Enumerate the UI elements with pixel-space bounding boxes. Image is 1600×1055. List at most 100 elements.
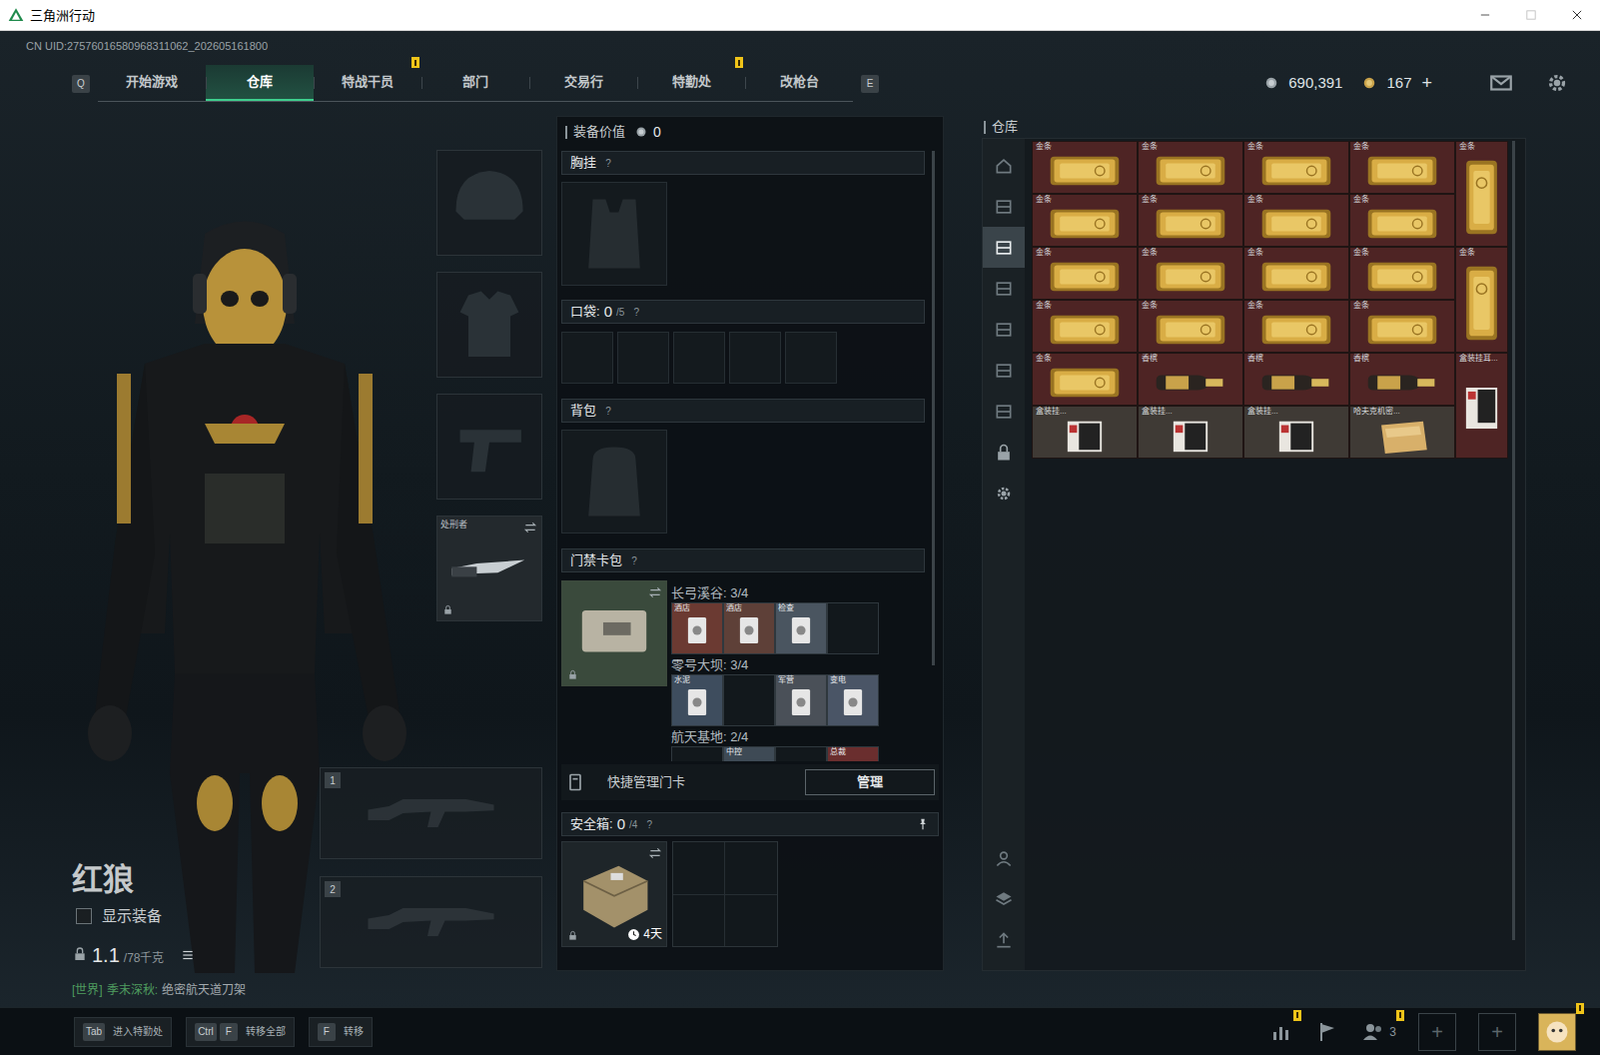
gear-slot[interactable]: 处刑者	[436, 515, 543, 622]
pocket-slot[interactable]	[785, 331, 837, 384]
weapon-slot[interactable]: 1	[319, 767, 543, 859]
keycard-slot[interactable]: 变电	[826, 674, 879, 727]
warehouse-item[interactable]: 金条	[1455, 246, 1509, 353]
warehouse-item[interactable]: 金条	[1137, 140, 1244, 194]
warehouse-tab[interactable]	[982, 431, 1025, 473]
minimize[interactable]	[1462, 0, 1509, 30]
warehouse-item[interactable]: 金条	[1031, 246, 1138, 300]
key-hint[interactable]: Q	[71, 74, 90, 93]
warehouse-tab[interactable]	[982, 836, 1025, 878]
nav-tab[interactable]: 特勤处	[637, 64, 746, 101]
warehouse-item[interactable]: 香槟	[1349, 352, 1456, 406]
warehouse-item[interactable]: 金条	[1137, 246, 1244, 300]
warehouse-item[interactable]: 盒装挂...	[1137, 405, 1244, 459]
settings-button[interactable]	[1544, 69, 1571, 96]
warehouse-item[interactable]: 金条	[1349, 246, 1456, 300]
warehouse-tab[interactable]	[982, 308, 1025, 350]
add-tickets-button[interactable]: +	[1421, 69, 1433, 97]
warehouse-item[interactable]: 金条	[1349, 299, 1456, 353]
warehouse-item[interactable]: 金条	[1349, 193, 1456, 247]
keycard-slot[interactable]: 检查	[775, 602, 827, 655]
help-button[interactable]: ?	[602, 156, 615, 169]
warehouse-tab[interactable]	[982, 185, 1025, 227]
gear-slot[interactable]	[436, 393, 543, 500]
stats-button[interactable]	[1265, 1019, 1298, 1044]
key-hint[interactable]: F转移	[308, 1016, 373, 1047]
nav-tab[interactable]: 开始游戏	[97, 64, 206, 101]
warehouse-item[interactable]: 金条	[1243, 246, 1350, 300]
warehouse-tab[interactable]	[982, 144, 1025, 186]
checkbox[interactable]	[75, 907, 92, 924]
warehouse-item[interactable]: 盒装挂...	[1243, 405, 1350, 459]
warehouse-item[interactable]: 盒装挂耳...	[1455, 352, 1509, 459]
warehouse-item[interactable]: 金条	[1031, 140, 1138, 194]
keycard-slot[interactable]: 水泥	[671, 674, 724, 727]
keycard-slot[interactable]: 酒店	[671, 602, 724, 655]
warehouse-tab[interactable]	[982, 472, 1025, 514]
pocket-slot[interactable]	[561, 331, 614, 384]
nav-tab[interactable]: 改枪台	[745, 64, 853, 101]
keycard-slot[interactable]: 中控	[723, 746, 776, 762]
warehouse-item[interactable]: 香槟	[1243, 352, 1350, 406]
keycard-slot[interactable]: 总裁	[826, 746, 879, 762]
add-button[interactable]: +	[1414, 1012, 1461, 1051]
warehouse-item[interactable]: 金条	[1243, 193, 1350, 247]
safe-cell[interactable]	[725, 841, 778, 895]
backpack-slot[interactable]	[561, 429, 668, 534]
friends-button[interactable]: 3	[1357, 1019, 1401, 1044]
nav-tab[interactable]: 仓库	[205, 64, 314, 101]
scrollbar-thumb[interactable]	[931, 150, 935, 666]
help-button[interactable]: ?	[630, 305, 643, 318]
weapon-slot[interactable]: 2	[319, 875, 543, 968]
help-button[interactable]: ?	[643, 817, 656, 830]
warehouse-item[interactable]: 金条	[1137, 299, 1244, 353]
warehouse-tab[interactable]	[982, 918, 1025, 960]
warehouse-item[interactable]: 金条	[1137, 193, 1244, 247]
warehouse-tab[interactable]	[982, 226, 1025, 268]
key-hint[interactable]: CtrlF转移全部	[185, 1016, 295, 1047]
warehouse-item[interactable]: 金条	[1031, 352, 1138, 406]
safe-cell[interactable]	[673, 841, 726, 895]
warehouse-item[interactable]: 盒装挂...	[1031, 405, 1138, 459]
key-hint[interactable]: E	[860, 74, 879, 93]
nav-tab[interactable]: 交易行	[529, 64, 638, 101]
gear-slot[interactable]	[436, 149, 543, 256]
close[interactable]	[1554, 0, 1600, 30]
scrollbar-thumb[interactable]	[1512, 140, 1516, 940]
show-gear-toggle[interactable]: 显示装备	[71, 904, 317, 928]
avatar-button[interactable]	[1534, 1012, 1581, 1051]
warehouse-tab[interactable]	[982, 877, 1025, 919]
pin-icon[interactable]	[915, 816, 930, 831]
warehouse-item[interactable]: 哈夫克机密...	[1349, 405, 1456, 459]
warehouse-item[interactable]: 金条	[1243, 299, 1350, 353]
pocket-slot[interactable]	[729, 331, 782, 384]
warehouse-item[interactable]: 金条	[1243, 140, 1350, 194]
keycard-slot[interactable]	[723, 674, 776, 727]
add-button[interactable]: +	[1474, 1012, 1521, 1051]
warehouse-tab[interactable]	[982, 349, 1025, 391]
keycard-slot[interactable]: 军营	[775, 674, 827, 727]
maximize[interactable]	[1508, 0, 1555, 30]
warehouse-item[interactable]: 金条	[1455, 140, 1509, 247]
warehouse-tab[interactable]	[982, 267, 1025, 309]
chest-rig-slot[interactable]	[561, 181, 668, 286]
help-button[interactable]: ?	[602, 404, 615, 417]
warehouse-item[interactable]: 香槟	[1137, 352, 1244, 406]
key-hint[interactable]: Tab进入特勤处	[73, 1016, 172, 1047]
flag-button[interactable]	[1311, 1019, 1344, 1044]
warehouse-tab[interactable]	[982, 390, 1025, 432]
help-button[interactable]: ?	[628, 554, 641, 567]
nav-tab[interactable]: 特战干员	[313, 64, 422, 101]
safe-box-slot[interactable]: 4天	[561, 840, 668, 947]
warehouse-item[interactable]: 金条	[1031, 193, 1138, 247]
keycard-slot[interactable]	[826, 602, 879, 655]
pocket-slot[interactable]	[617, 331, 670, 384]
keycard-slot[interactable]	[671, 746, 724, 762]
keycard-bag-slot[interactable]	[561, 580, 668, 687]
manage-button[interactable]: 管理	[804, 769, 935, 796]
warehouse-item[interactable]: 金条	[1031, 299, 1138, 353]
keycard-slot[interactable]	[775, 746, 827, 762]
safe-cell[interactable]	[673, 894, 726, 947]
pocket-slot[interactable]	[673, 331, 726, 384]
gear-slot[interactable]	[436, 271, 543, 378]
